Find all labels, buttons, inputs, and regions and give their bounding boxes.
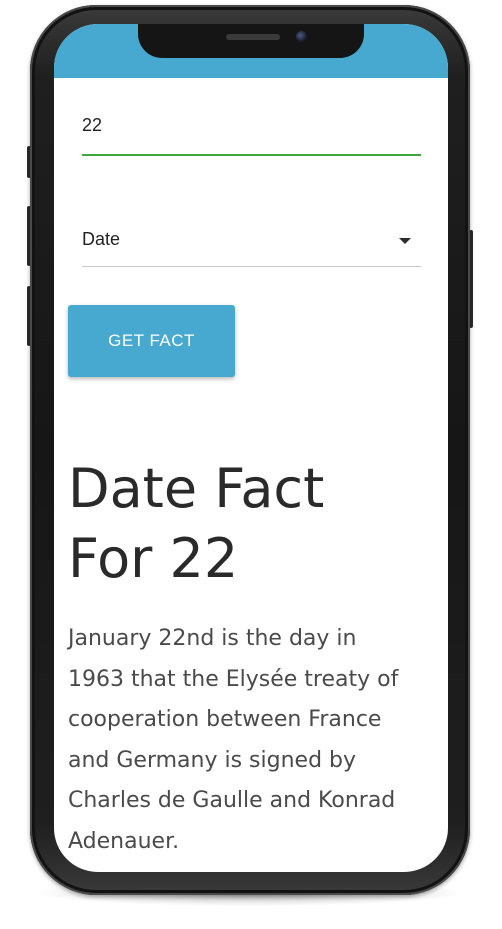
fact-type-selected-value: Date [82,229,121,249]
device-mockup: Date GET FACT Date Fact For 22 January 2… [0,0,502,929]
fact-heading-line: Date Fact [68,457,325,520]
fact-heading-line: For 22 [68,527,239,590]
fact-text-line: 1963 that the Elysée treaty of [68,666,399,692]
fact-text-line: Adenauer. [68,828,180,854]
fact-heading: Date Fact For 22 [68,454,428,594]
notch [138,24,364,58]
fact-text: January 22nd is the day in 1963 that the… [68,619,438,863]
number-input[interactable] [82,112,412,138]
caret-down-icon [399,238,411,244]
fact-text-line: Charles de Gaulle and Konrad [68,788,396,814]
fact-text-line: and Germany is signed by [68,747,357,773]
get-fact-button[interactable]: GET FACT [68,305,235,377]
fact-type-select[interactable]: Date [82,220,421,267]
fact-text-line: cooperation between France [68,707,382,733]
fact-text-line: January 22nd is the day in [68,626,357,651]
app-screen: Date GET FACT Date Fact For 22 January 2… [54,24,448,872]
camera-icon [296,31,307,42]
speaker-grille [226,34,280,40]
number-field [82,106,421,156]
